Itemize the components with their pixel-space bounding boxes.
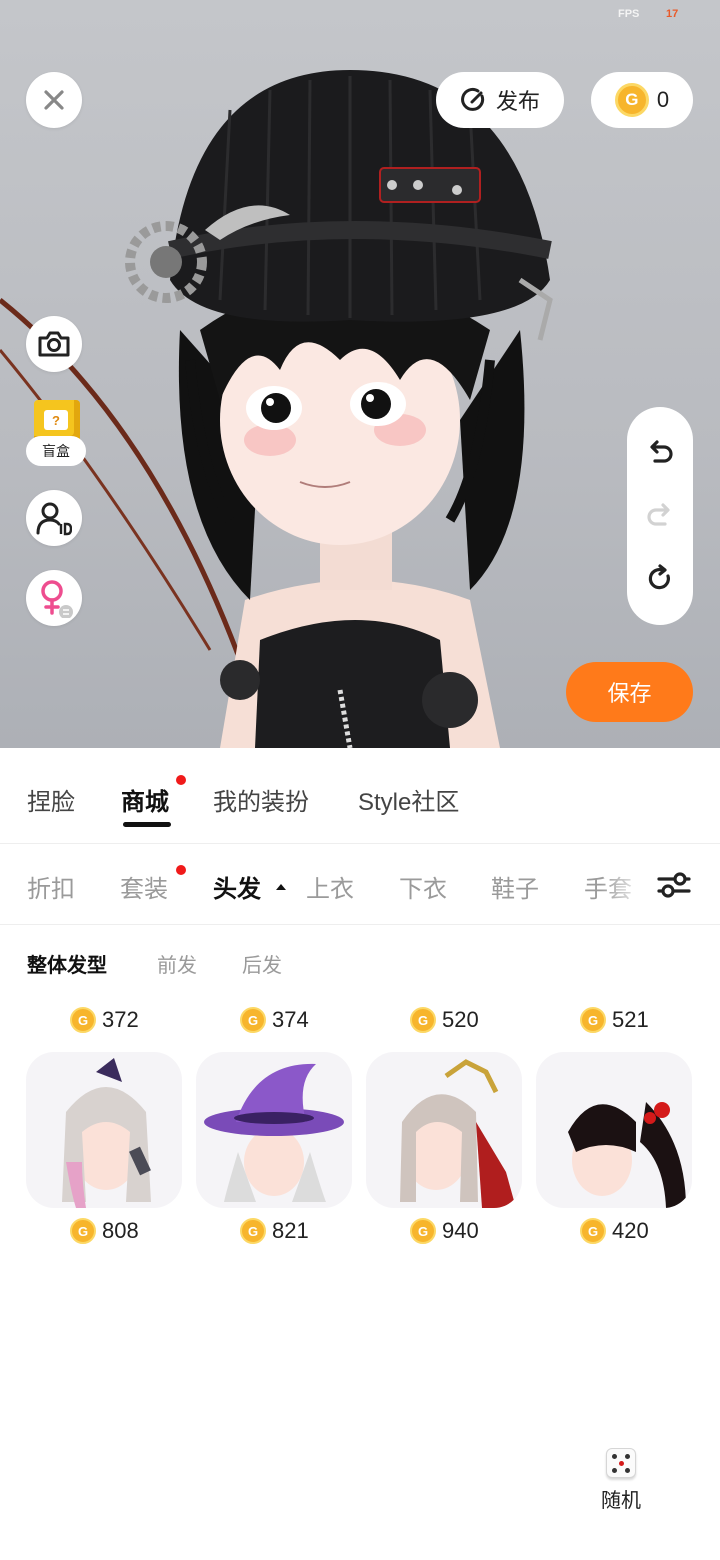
coin-icon: G: [580, 1007, 606, 1033]
reset-button[interactable]: [640, 559, 680, 599]
category-bottoms[interactable]: 下衣: [399, 869, 447, 904]
coin-icon: G: [240, 1218, 266, 1244]
price-tag[interactable]: G 520: [410, 1005, 479, 1035]
reset-icon: [648, 564, 670, 590]
category-tabs: 折扣 套装 头发 上衣 下衣 鞋子 手套: [0, 845, 720, 925]
tab-face[interactable]: 捏脸: [27, 782, 75, 817]
coin-icon: G: [240, 1007, 266, 1033]
main-tabs: 捏脸 商城 我的装扮 Style社区: [0, 748, 720, 844]
fps-value: 17: [666, 8, 679, 20]
coin-balance-button[interactable]: G 0: [591, 72, 693, 128]
filter-button[interactable]: [652, 863, 696, 907]
fps-label: FPS: [618, 8, 640, 20]
history-controls: [627, 407, 693, 625]
price-value: 420: [612, 1218, 649, 1243]
price-tag[interactable]: G 372: [70, 1005, 139, 1035]
price-value: 521: [612, 1007, 649, 1032]
price-value: 821: [272, 1218, 309, 1243]
tab-my-outfits[interactable]: 我的装扮: [213, 782, 309, 817]
coin-icon: G: [410, 1218, 436, 1244]
hair-thumbnail: [62, 1058, 151, 1208]
price-value: 940: [442, 1218, 479, 1243]
publish-icon: [461, 87, 485, 111]
hair-type-back[interactable]: 后发: [242, 949, 282, 978]
price-tag[interactable]: G 821: [240, 1216, 309, 1246]
coin-balance: 0: [656, 87, 670, 112]
undo-icon: [650, 440, 673, 463]
coin-icon: G: [70, 1218, 96, 1244]
female-icon: [41, 580, 73, 618]
random-button[interactable]: 随机: [592, 1448, 650, 1520]
hair-thumbnail: [204, 1063, 344, 1202]
hair-item-card[interactable]: [536, 1052, 692, 1208]
category-discount[interactable]: 折扣: [27, 869, 75, 904]
gender-switch-button[interactable]: [26, 570, 82, 626]
price-value: 374: [272, 1007, 309, 1032]
close-icon: [44, 90, 64, 110]
user-id-icon: [36, 502, 72, 536]
camera-button[interactable]: [26, 316, 82, 372]
scroll-fade: [600, 845, 650, 924]
question-mark: ?: [44, 410, 68, 430]
price-tag[interactable]: G 420: [580, 1216, 649, 1246]
price-value: 372: [102, 1007, 139, 1032]
hair-item-card[interactable]: [366, 1052, 522, 1208]
category-shoes[interactable]: 鞋子: [491, 869, 539, 904]
camera-icon: [38, 331, 70, 357]
undo-button[interactable]: [640, 433, 680, 473]
random-label: 随机: [601, 1490, 641, 1512]
redo-icon: [647, 503, 670, 526]
coin-icon: G: [580, 1218, 606, 1244]
hair-type-front[interactable]: 前发: [157, 949, 197, 978]
price-tag[interactable]: G 521: [580, 1005, 649, 1035]
dice-icon: [606, 1448, 636, 1478]
price-tag[interactable]: G 940: [410, 1216, 479, 1246]
avatar-id-button[interactable]: [26, 490, 82, 546]
hair-type-full[interactable]: 整体发型: [27, 949, 107, 978]
coin-icon: G: [70, 1007, 96, 1033]
hair-thumbnail: [568, 1102, 686, 1208]
hair-item-card[interactable]: [26, 1052, 182, 1208]
redo-button[interactable]: [640, 496, 680, 536]
blind-box-label: 盲盒: [26, 436, 86, 466]
active-tab-indicator: [123, 822, 171, 827]
hair-type-tabs: 整体发型 前发 后发: [0, 945, 720, 985]
price-value: 808: [102, 1218, 139, 1243]
blind-box-button[interactable]: ? 盲盒: [26, 400, 86, 466]
category-tops[interactable]: 上衣: [306, 869, 354, 904]
price-value: 520: [442, 1007, 479, 1032]
shop-badge-dot: [176, 775, 186, 785]
sets-badge-dot: [176, 865, 186, 875]
save-button[interactable]: 保存: [566, 662, 693, 722]
category-sets[interactable]: 套装: [120, 869, 168, 904]
tab-shop[interactable]: 商城: [121, 782, 169, 817]
publish-button[interactable]: 发布: [436, 72, 564, 128]
caret-up-icon: [276, 884, 286, 890]
avatar-viewport[interactable]: FPS 17 发布 G 0 ? 盲盒 保存: [0, 0, 720, 748]
publish-label: 发布: [495, 89, 540, 114]
hair-thumbnail: [400, 1059, 516, 1208]
price-tag[interactable]: G 808: [70, 1216, 139, 1246]
filter-icon: [657, 872, 691, 898]
tab-style-community[interactable]: Style社区: [358, 782, 459, 817]
category-hair[interactable]: 头发: [213, 869, 261, 904]
close-button[interactable]: [26, 72, 82, 128]
price-tag[interactable]: G 374: [240, 1005, 309, 1035]
hair-item-card[interactable]: [196, 1052, 352, 1208]
coin-icon: G: [614, 83, 649, 117]
coin-icon: G: [410, 1007, 436, 1033]
